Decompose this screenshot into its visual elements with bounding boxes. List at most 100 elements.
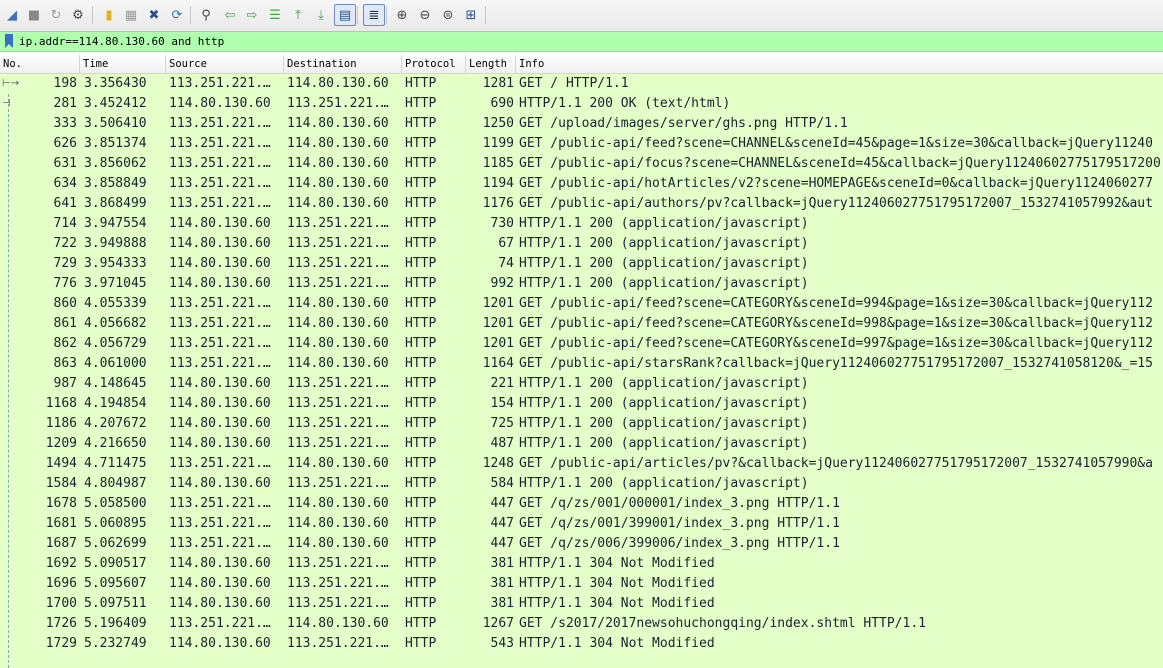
packet-row[interactable]: 1700 5.097511 114.80.130.60 113.251.221.… HT… — [0, 594, 1163, 614]
packet-number: 1700 — [45, 596, 77, 611]
column-header-protocol[interactable]: Protocol — [402, 55, 466, 73]
packet-length: 1248 — [482, 456, 514, 471]
colorize-button[interactable]: ≣ — [363, 4, 385, 26]
column-header-no[interactable]: No. — [0, 55, 80, 73]
packet-number: 1678 — [45, 496, 77, 511]
normal-size-icon: ⊜ — [442, 7, 454, 23]
packet-length: 1201 — [482, 296, 514, 311]
first-packet-button[interactable]: ⤒ — [289, 5, 307, 25]
packet-length: 447 — [490, 536, 514, 551]
go-forward-button[interactable]: ⇨ — [243, 5, 261, 25]
go-back-button[interactable]: ⇦ — [221, 5, 239, 25]
packet-length: 1201 — [482, 336, 514, 351]
packet-row[interactable]: 1678 5.058500 113.251.221.… 114.80.130.60 HT… — [0, 494, 1163, 514]
restart-capture-button[interactable]: ↻ — [47, 5, 65, 25]
packet-row[interactable]: 1692 5.090517 114.80.130.60 113.251.221.… HT… — [0, 554, 1163, 574]
packet-row[interactable]: 714 3.947554 114.80.130.60 113.251.221.… HTT… — [0, 214, 1163, 234]
packet-row[interactable]: 1696 5.095607 114.80.130.60 113.251.221.… HT… — [0, 574, 1163, 594]
packet-row[interactable]: 1729 5.232749 114.80.130.60 113.251.221.… HT… — [0, 634, 1163, 654]
column-header-length[interactable]: Length — [466, 55, 516, 73]
packet-row[interactable]: 634 3.858849 113.251.221.… 114.80.130.60 HTT… — [0, 174, 1163, 194]
packet-number: 281 — [53, 96, 77, 111]
packet-protocol: HTTP — [405, 376, 437, 391]
capture-options-button[interactable]: ⚙ — [69, 5, 87, 25]
packet-row[interactable]: 860 4.055339 113.251.221.… 114.80.130.60 HTT… — [0, 294, 1163, 314]
packet-number: 1696 — [45, 576, 77, 591]
packet-row[interactable]: 198 3.356430 113.251.221.… 114.80.130.60 HTT… — [0, 74, 1163, 94]
packet-number: 1726 — [45, 616, 77, 631]
packet-list[interactable]: 198 3.356430 113.251.221.… 114.80.130.60 HTT… — [0, 74, 1163, 668]
packet-length: 1185 — [482, 156, 514, 171]
packet-destination: 113.251.221.… — [287, 256, 389, 271]
packet-time: 3.856062 — [84, 156, 147, 171]
packet-row[interactable]: 626 3.851374 113.251.221.… 114.80.130.60 HTT… — [0, 134, 1163, 154]
column-header-info[interactable]: Info — [516, 55, 1163, 73]
close-file-button[interactable]: ✖ — [145, 5, 163, 25]
start-capture-button[interactable]: ◢ — [3, 5, 21, 25]
packet-destination: 114.80.130.60 — [287, 156, 389, 171]
packet-protocol: HTTP — [405, 276, 437, 291]
packet-source: 113.251.221.… — [169, 616, 271, 631]
packet-length: 381 — [490, 576, 514, 591]
resize-columns-button[interactable]: ⊞ — [462, 5, 480, 25]
reload-file-button[interactable]: ⟳ — [168, 5, 186, 25]
packet-number: 1584 — [45, 476, 77, 491]
packet-info: GET /q/zs/001/399001/index_3.png HTTP/1.… — [519, 516, 840, 531]
packet-info: HTTP/1.1 304 Not Modified — [519, 556, 715, 571]
packet-row[interactable]: 862 4.056729 113.251.221.… 114.80.130.60 HTT… — [0, 334, 1163, 354]
packet-protocol: HTTP — [405, 396, 437, 411]
packet-length: 992 — [490, 276, 514, 291]
go-to-packet-button[interactable]: ☰ — [266, 5, 284, 25]
packet-row[interactable]: 729 3.954333 114.80.130.60 113.251.221.… HTT… — [0, 254, 1163, 274]
open-file-button[interactable]: ▮ — [100, 5, 118, 25]
column-header-source[interactable]: Source — [166, 55, 284, 73]
packet-length: 1176 — [482, 196, 514, 211]
packet-row[interactable]: 987 4.148645 114.80.130.60 113.251.221.… HTT… — [0, 374, 1163, 394]
packet-row[interactable]: 1186 4.207672 114.80.130.60 113.251.221.… HT… — [0, 414, 1163, 434]
packet-number: 333 — [53, 116, 77, 131]
packet-time: 4.056729 — [84, 336, 147, 351]
reload-file-icon: ⟳ — [171, 7, 183, 23]
filter-bookmark-icon[interactable] — [4, 34, 14, 48]
packet-info: HTTP/1.1 200 OK (text/html) — [519, 96, 731, 111]
packet-row[interactable]: 1494 4.711475 113.251.221.… 114.80.130.60 HT… — [0, 454, 1163, 474]
packet-row[interactable]: 1726 5.196409 113.251.221.… 114.80.130.60 HT… — [0, 614, 1163, 634]
packet-row[interactable]: 1209 4.216650 114.80.130.60 113.251.221.… HT… — [0, 434, 1163, 454]
packet-row[interactable]: 641 3.868499 113.251.221.… 114.80.130.60 HTT… — [0, 194, 1163, 214]
packet-row[interactable]: 863 4.061000 113.251.221.… 114.80.130.60 HTT… — [0, 354, 1163, 374]
packet-number: 641 — [53, 196, 77, 211]
packet-number: 861 — [53, 316, 77, 331]
packet-row[interactable]: 1681 5.060895 113.251.221.… 114.80.130.60 HT… — [0, 514, 1163, 534]
normal-size-button[interactable]: ⊜ — [439, 5, 457, 25]
last-packet-button[interactable]: ⤓ — [312, 5, 330, 25]
packet-row[interactable]: 333 3.506410 113.251.221.… 114.80.130.60 HTT… — [0, 114, 1163, 134]
display-filter-input[interactable]: ip.addr==114.80.130.60 and http — [19, 32, 1159, 51]
packet-row[interactable]: 722 3.949888 114.80.130.60 113.251.221.… HTT… — [0, 234, 1163, 254]
column-header-destination[interactable]: Destination — [284, 55, 402, 73]
packet-time: 4.216650 — [84, 436, 147, 451]
packet-row[interactable]: 776 3.971045 114.80.130.60 113.251.221.… HTT… — [0, 274, 1163, 294]
column-header-time[interactable]: Time — [80, 55, 166, 73]
packet-destination: 114.80.130.60 — [287, 496, 389, 511]
autoscroll-button[interactable]: ▤ — [334, 4, 356, 26]
packet-row[interactable]: 861 4.056682 113.251.221.… 114.80.130.60 HTT… — [0, 314, 1163, 334]
packet-info: HTTP/1.1 200 (application/javascript) — [519, 276, 809, 291]
save-file-button[interactable]: ▦ — [122, 5, 140, 25]
packet-row[interactable]: 1168 4.194854 114.80.130.60 113.251.221.… HT… — [0, 394, 1163, 414]
packet-row[interactable]: 1584 4.804987 114.80.130.60 113.251.221.… HT… — [0, 474, 1163, 494]
zoom-out-button[interactable]: ⊖ — [416, 5, 434, 25]
toolbar-separator — [357, 6, 358, 24]
zoom-in-button[interactable]: ⊕ — [393, 5, 411, 25]
stop-capture-button[interactable]: ■ — [25, 5, 43, 25]
packet-time: 4.711475 — [84, 456, 147, 471]
packet-row[interactable]: 631 3.856062 113.251.221.… 114.80.130.60 HTT… — [0, 154, 1163, 174]
packet-row[interactable]: 281 3.452412 114.80.130.60 113.251.221.… HTT… — [0, 94, 1163, 114]
display-filter-bar: ip.addr==114.80.130.60 and http — [0, 31, 1163, 52]
packet-length: 1250 — [482, 116, 514, 131]
packet-source: 114.80.130.60 — [169, 596, 271, 611]
find-packet-button[interactable]: ⚲ — [197, 5, 215, 25]
packet-number: 634 — [53, 176, 77, 191]
packet-source: 113.251.221.… — [169, 356, 271, 371]
packet-row[interactable]: 1687 5.062699 113.251.221.… 114.80.130.60 HT… — [0, 534, 1163, 554]
packet-destination: 114.80.130.60 — [287, 296, 389, 311]
